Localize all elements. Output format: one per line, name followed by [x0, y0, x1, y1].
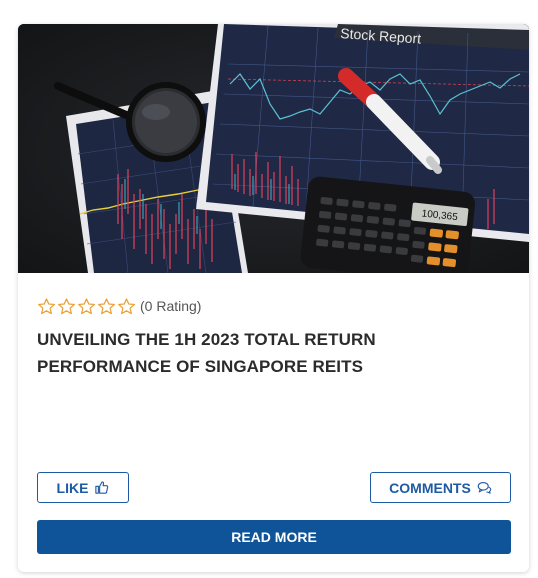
rating: (0 Rating): [37, 296, 201, 316]
star-outline-icon[interactable]: [77, 297, 96, 316]
comments-label: COMMENTS: [389, 479, 471, 496]
star-outline-icon[interactable]: [97, 297, 116, 316]
article-card: Stock Report 100,365 (0 Rating) UNVEILIN…: [18, 24, 529, 572]
rating-count: (0 Rating): [140, 298, 202, 314]
stock-report-photo: Stock Report 100,365: [18, 24, 529, 273]
star-outline-icon[interactable]: [37, 297, 56, 316]
comment-icon: [477, 480, 492, 495]
article-title[interactable]: UNVEILING THE 1H 2023 TOTAL RETURN PERFO…: [37, 326, 507, 380]
comments-button[interactable]: COMMENTS: [370, 472, 511, 503]
article-image[interactable]: Stock Report 100,365: [18, 24, 529, 273]
like-label: LIKE: [56, 479, 89, 496]
star-outline-icon[interactable]: [117, 297, 136, 316]
star-outline-icon[interactable]: [57, 297, 76, 316]
like-button[interactable]: LIKE: [37, 472, 129, 503]
read-more-button[interactable]: READ MORE: [37, 520, 511, 554]
thumbs-up-icon: [94, 480, 109, 495]
